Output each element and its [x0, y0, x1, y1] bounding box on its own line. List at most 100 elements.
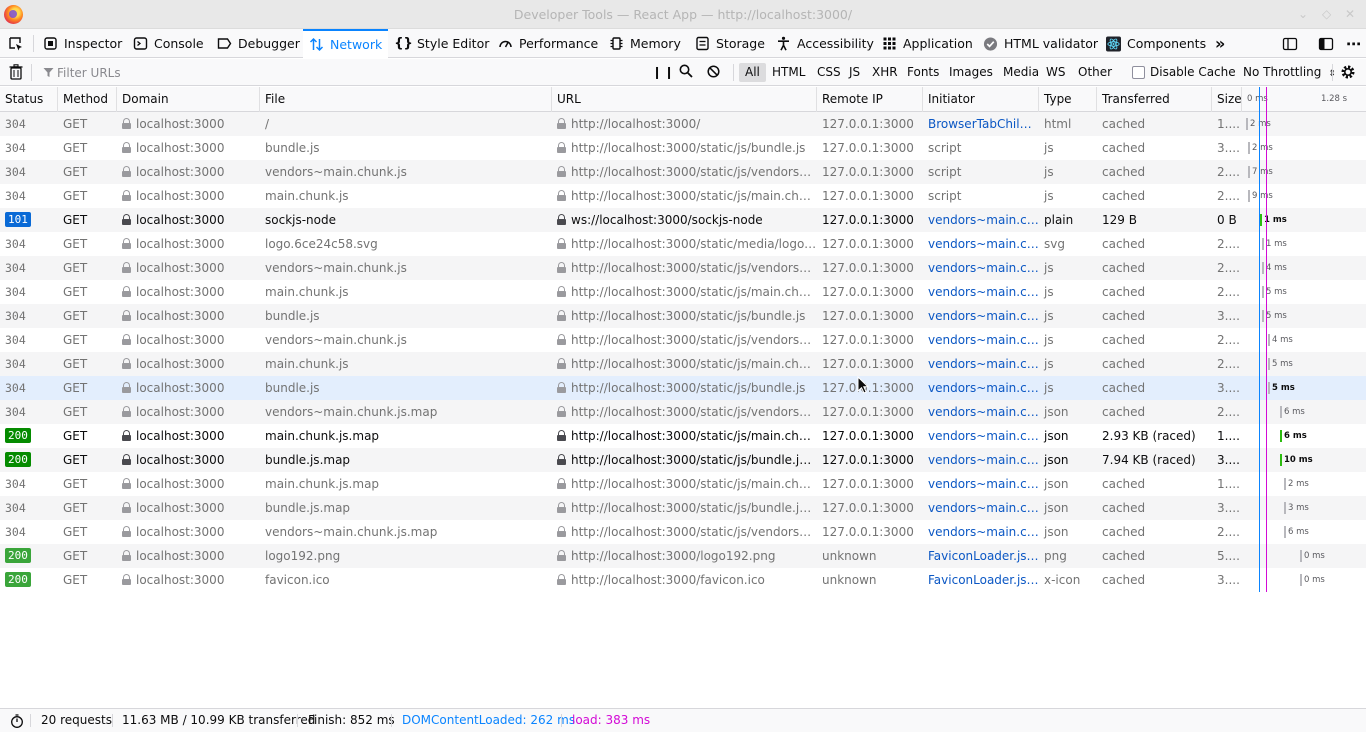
request-row[interactable]: 200 GET localhost:3000 favicon.ico http://lo…: [0, 568, 1366, 592]
tab-storage[interactable]: Storage: [689, 29, 771, 58]
request-row[interactable]: 304 GET localhost:3000 main.chunk.js http://…: [0, 280, 1366, 304]
tab-style-editor[interactable]: {} Style Editor: [390, 29, 495, 58]
request-row[interactable]: 200 GET localhost:3000 main.chunk.js.map htt…: [0, 424, 1366, 448]
initiator-text[interactable]: vendors~main.chu...: [928, 285, 1039, 299]
request-row[interactable]: 304 GET localhost:3000 bundle.js http://loca…: [0, 136, 1366, 160]
tab-inspector[interactable]: Inspector: [37, 29, 128, 58]
lock-icon: [557, 286, 566, 297]
element-picker-button[interactable]: [8, 29, 26, 58]
stopwatch-icon[interactable]: [10, 714, 24, 728]
split-console-button[interactable]: [1282, 29, 1298, 58]
column-status[interactable]: Status: [0, 87, 58, 112]
minimize-icon[interactable]: ⌄: [1298, 7, 1308, 21]
request-row[interactable]: 200 GET localhost:3000 logo192.png http://lo…: [0, 544, 1366, 568]
request-row[interactable]: 304 GET localhost:3000 main.chunk.js.map htt…: [0, 472, 1366, 496]
tab-console[interactable]: Console: [127, 29, 210, 58]
initiator-text[interactable]: FaviconLoader.jsm...: [928, 573, 1039, 587]
column-waterfall[interactable]: 0 ms 1.28 s: [1242, 87, 1366, 112]
request-row[interactable]: 304 GET localhost:3000 main.chunk.js http://…: [0, 352, 1366, 376]
column-size[interactable]: Size: [1212, 87, 1242, 112]
initiator-text[interactable]: vendors~main.chu...: [928, 333, 1039, 347]
initiator-text[interactable]: vendors~main.chu...: [928, 261, 1039, 275]
dock-button[interactable]: [1318, 29, 1334, 58]
file-text: vendors~main.chunk.js.map: [265, 525, 438, 539]
initiator-text[interactable]: vendors~main.chu...: [928, 405, 1039, 419]
size-text: 3....: [1217, 573, 1240, 587]
request-row[interactable]: 304 GET localhost:3000 logo.6ce24c58.svg htt…: [0, 232, 1366, 256]
filter-type-all[interactable]: All: [739, 63, 766, 82]
request-row[interactable]: 101 GET localhost:3000 sockjs-node ws://loca…: [0, 208, 1366, 232]
request-row[interactable]: 304 GET localhost:3000 vendors~main.chunk.j…: [0, 400, 1366, 424]
request-row[interactable]: 304 GET localhost:3000 bundle.js http://loca…: [0, 376, 1366, 400]
tab-performance[interactable]: Performance: [492, 29, 604, 58]
initiator-text[interactable]: FaviconLoader.jsm...: [928, 549, 1039, 563]
disable-cache-checkbox[interactable]: [1132, 65, 1145, 79]
request-row[interactable]: 200 GET localhost:3000 bundle.js.map http://…: [0, 448, 1366, 472]
column-transferred[interactable]: Transferred: [1097, 87, 1212, 112]
pause-recording-button[interactable]: ❙❙: [652, 65, 676, 79]
clear-button[interactable]: [9, 64, 23, 83]
initiator-text[interactable]: BrowserTabChild.j...: [928, 117, 1039, 131]
column-remote-ip[interactable]: Remote IP: [817, 87, 923, 112]
filter-type-xhr[interactable]: XHR: [866, 63, 904, 82]
waterfall-bar: [1268, 334, 1270, 346]
request-row[interactable]: 304 GET localhost:3000 vendors~main.chunk.j…: [0, 520, 1366, 544]
filter-type-images[interactable]: Images: [943, 63, 999, 82]
initiator-text[interactable]: vendors~main.chu...: [928, 429, 1039, 443]
filter-type-media[interactable]: Media: [997, 63, 1045, 82]
search-button[interactable]: [679, 64, 693, 81]
initiator-text[interactable]: vendors~main.chu...: [928, 501, 1039, 515]
disable-cache-toggle[interactable]: Disable Cache: [1132, 65, 1236, 79]
more-tools-button[interactable]: »: [1215, 29, 1225, 58]
tab-application[interactable]: Application: [876, 29, 979, 58]
initiator-text[interactable]: vendors~main.chu...: [928, 237, 1039, 251]
column-domain[interactable]: Domain: [117, 87, 260, 112]
column-file[interactable]: File: [260, 87, 552, 112]
request-row[interactable]: 304 GET localhost:3000 / http://localhost:30…: [0, 112, 1366, 136]
cell-size: 1....: [1212, 112, 1242, 136]
filter-type-html[interactable]: HTML: [766, 63, 811, 82]
initiator-text[interactable]: vendors~main.chu...: [928, 453, 1039, 467]
maximize-icon[interactable]: ◇: [1322, 7, 1331, 21]
cell-type: x-icon: [1039, 568, 1097, 592]
initiator-text[interactable]: vendors~main.chu...: [928, 525, 1039, 539]
request-row[interactable]: 304 GET localhost:3000 vendors~main.chunk.j…: [0, 256, 1366, 280]
type-text: js: [1044, 165, 1054, 179]
column-type[interactable]: Type: [1039, 87, 1097, 112]
options-menu-button[interactable]: ⋯: [1346, 29, 1361, 58]
filter-type-ws[interactable]: WS: [1040, 63, 1071, 82]
tab-memory[interactable]: Memory: [603, 29, 687, 58]
tab-debugger[interactable]: Debugger: [211, 29, 306, 58]
initiator-text[interactable]: vendors~main.chu...: [928, 213, 1039, 227]
request-row[interactable]: 304 GET localhost:3000 vendors~main.chunk.j…: [0, 160, 1366, 184]
tab-network[interactable]: Network: [303, 29, 389, 58]
cell-remote-ip: 127.0.0.1:3000: [817, 376, 923, 400]
filter-type-js[interactable]: JS: [843, 63, 866, 82]
cell-url: http://localhost:3000/static/js/main.chu…: [552, 424, 817, 448]
column-method[interactable]: Method: [58, 87, 117, 112]
throttling-select[interactable]: No Throttling ⇕: [1243, 65, 1336, 79]
filter-urls-input[interactable]: [38, 62, 642, 83]
request-row[interactable]: 304 GET localhost:3000 vendors~main.chunk.j…: [0, 328, 1366, 352]
toolbar-separator: [33, 35, 34, 52]
initiator-text[interactable]: vendors~main.chu...: [928, 381, 1039, 395]
block-requests-button[interactable]: [707, 65, 720, 81]
filter-type-css[interactable]: CSS: [811, 63, 847, 82]
file-text: vendors~main.chunk.js: [265, 261, 407, 275]
size-text: 3....: [1217, 453, 1240, 467]
tab-html-validator[interactable]: HTML validator: [977, 29, 1104, 58]
tab-accessibility[interactable]: Accessibility: [770, 29, 880, 58]
request-row[interactable]: 304 GET localhost:3000 bundle.js http://loca…: [0, 304, 1366, 328]
filter-type-other[interactable]: Other: [1072, 63, 1118, 82]
tab-components[interactable]: Components: [1100, 29, 1212, 58]
initiator-text[interactable]: vendors~main.chu...: [928, 477, 1039, 491]
column-initiator[interactable]: Initiator: [923, 87, 1039, 112]
network-settings-button[interactable]: [1340, 64, 1356, 83]
column-url[interactable]: URL: [552, 87, 817, 112]
request-row[interactable]: 304 GET localhost:3000 main.chunk.js http://…: [0, 184, 1366, 208]
filter-type-fonts[interactable]: Fonts: [901, 63, 945, 82]
close-icon[interactable]: ✕: [1345, 7, 1355, 21]
request-row[interactable]: 304 GET localhost:3000 bundle.js.map http://…: [0, 496, 1366, 520]
initiator-text[interactable]: vendors~main.chu...: [928, 357, 1039, 371]
initiator-text[interactable]: vendors~main.chu...: [928, 309, 1039, 323]
